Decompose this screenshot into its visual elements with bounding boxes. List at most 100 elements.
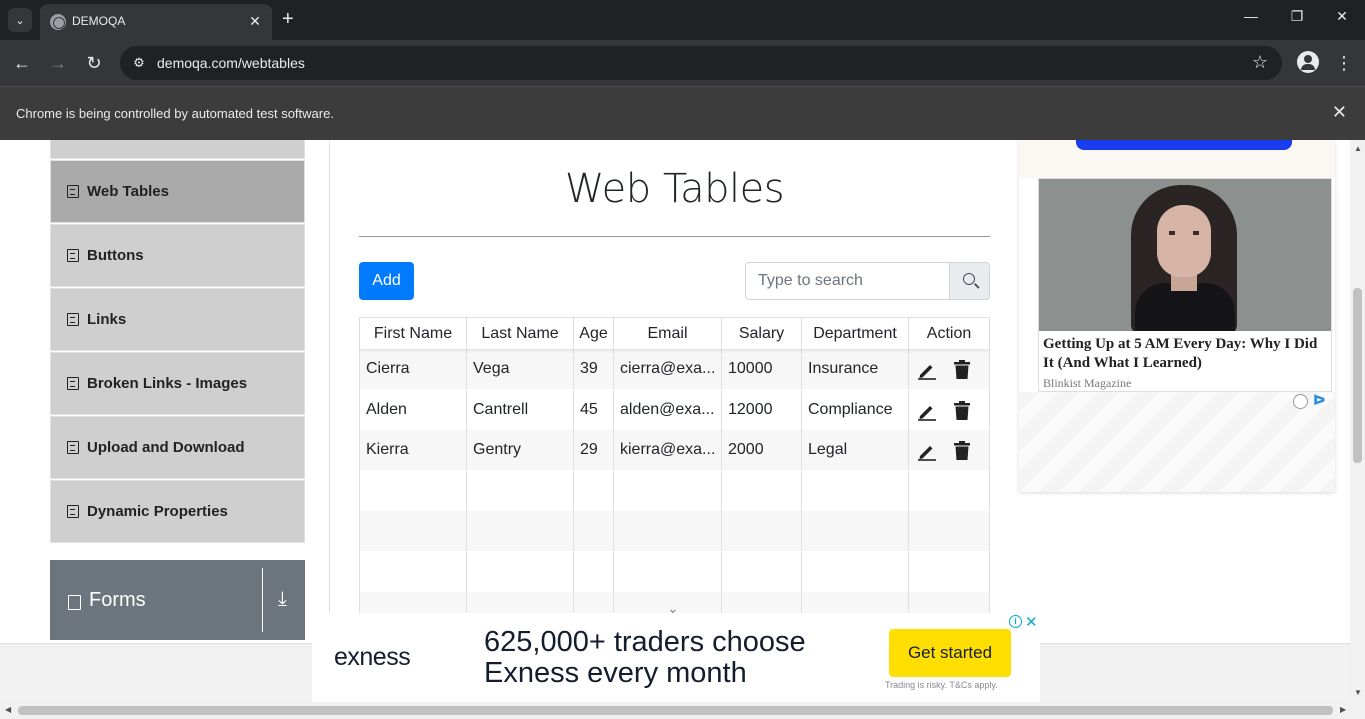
table-row <box>360 470 989 511</box>
column-header[interactable]: First Name <box>360 318 467 349</box>
table-cell: 45 <box>574 389 614 430</box>
vertical-scroll-thumb[interactable] <box>1353 288 1362 463</box>
bookmark-star-icon[interactable]: ☆ <box>1252 52 1268 73</box>
table-cell <box>802 470 909 511</box>
new-tab-button[interactable]: + <box>282 8 294 30</box>
sidebar-item-links[interactable]: Links <box>50 288 305 351</box>
list-icon <box>67 313 79 326</box>
forward-button[interactable]: → <box>46 51 70 75</box>
ad-source: Blinkist Magazine <box>1043 376 1132 390</box>
url-text[interactable]: demoqa.com/webtables <box>157 55 305 71</box>
list-icon <box>67 377 79 390</box>
scroll-up-icon[interactable]: ▲ <box>1354 144 1362 153</box>
tab-strip: ⌄ DEMOQA ✕ + — ❐ ✕ <box>0 0 1365 40</box>
scroll-down-icon[interactable]: ▼ <box>1354 688 1362 697</box>
edit-icon[interactable] <box>917 401 936 421</box>
column-header[interactable]: Action <box>909 318 989 349</box>
site-info-icon[interactable]: ⚙ <box>130 54 148 72</box>
close-tab-icon[interactable]: ✕ <box>246 12 264 30</box>
table-row <box>360 551 989 592</box>
ad-info-icon[interactable]: i <box>1009 615 1022 628</box>
table-cell <box>909 349 989 389</box>
sidebar-item-dynamic-properties[interactable]: Dynamic Properties <box>50 480 305 543</box>
search-button[interactable] <box>949 263 989 299</box>
list-icon <box>67 185 79 198</box>
search-icon <box>963 273 975 285</box>
table-cell: Legal <box>802 430 909 470</box>
search-input[interactable] <box>746 263 949 299</box>
sidebar-item-buttons[interactable]: Buttons <box>50 224 305 287</box>
sidebar-item-label: Buttons <box>87 247 144 264</box>
bottom-ad[interactable]: exness 625,000+ traders choose Exness ev… <box>312 613 1040 703</box>
page-title: Web Tables <box>564 166 785 212</box>
sidebar-item-broken-links[interactable]: Broken Links - Images <box>50 352 305 415</box>
scroll-right-icon[interactable]: ▶ <box>1340 705 1346 714</box>
group-header-forms[interactable]: Forms ⤓ <box>50 560 305 640</box>
column-header[interactable]: Department <box>802 318 909 349</box>
close-window-icon[interactable]: ✕ <box>1327 8 1357 25</box>
column-header[interactable]: Salary <box>722 318 802 349</box>
minimize-icon[interactable]: — <box>1236 8 1266 24</box>
list-icon <box>67 249 79 262</box>
table-cell <box>467 511 574 551</box>
reload-button[interactable]: ↻ <box>82 51 106 75</box>
horizontal-scroll-thumb[interactable] <box>18 706 1333 715</box>
edit-icon[interactable] <box>917 360 936 380</box>
tab-title: DEMOQA <box>72 14 126 28</box>
delete-icon[interactable] <box>953 360 971 380</box>
table-cell <box>360 511 467 551</box>
sidebar-item-partial[interactable] <box>50 140 305 159</box>
list-icon <box>67 441 79 454</box>
vertical-scrollbar[interactable]: ▲ ▼ <box>1350 140 1365 702</box>
back-button[interactable]: ← <box>10 51 34 75</box>
search-box <box>745 262 990 300</box>
table-header: First Name Last Name Age Email Salary Departm… <box>360 318 989 349</box>
get-started-button[interactable]: Get started <box>889 629 1011 677</box>
column-header[interactable]: Last Name <box>467 318 574 349</box>
table-cell: kierra@exa... <box>614 430 722 470</box>
globe-icon <box>50 14 66 30</box>
download-arrow-icon[interactable]: ⤓ <box>278 588 287 611</box>
ad-close-icon[interactable]: ✕ <box>1025 613 1038 631</box>
list-icon <box>67 505 79 518</box>
table-cell <box>574 551 614 592</box>
ad-disclaimer: Trading is risky. T&Cs apply. <box>885 680 998 690</box>
delete-icon[interactable] <box>953 400 971 421</box>
ad-top-button[interactable] <box>1076 140 1292 150</box>
right-ad[interactable]: Getting Up at 5 AM Every Day: Why I Did … <box>1019 140 1335 492</box>
table-cell <box>467 470 574 511</box>
infobar-close-icon[interactable]: ✕ <box>1332 102 1347 123</box>
ad-card[interactable]: Getting Up at 5 AM Every Day: Why I Did … <box>1038 178 1332 392</box>
scroll-left-icon[interactable]: ◀ <box>5 705 11 714</box>
sidebar-item-upload-download[interactable]: Upload and Download <box>50 416 305 479</box>
ad-options-icon[interactable] <box>1293 394 1308 409</box>
table-row: Alden Cantrell 45 alden@exa... 12000 Complian… <box>360 389 989 430</box>
table-cell: 12000 <box>722 389 802 430</box>
profile-icon[interactable] <box>1297 51 1319 73</box>
table-cell <box>802 551 909 592</box>
browser-toolbar: ← → ↻ ⚙ demoqa.com/webtables ☆ ⋮ <box>0 40 1365 86</box>
sidebar-item-label: Web Tables <box>87 183 169 200</box>
horizontal-scrollbar[interactable]: ◀ ▶ <box>0 702 1365 719</box>
table-row: Cierra Vega 39 cierra@exa... 10000 Insurance <box>360 349 989 389</box>
restore-icon[interactable]: ❐ <box>1282 8 1312 25</box>
column-header[interactable]: Age <box>574 318 614 349</box>
column-header[interactable]: Email <box>614 318 722 349</box>
tab-demoqa[interactable]: DEMOQA ✕ <box>40 4 272 40</box>
table-cell: 29 <box>574 430 614 470</box>
table-cell <box>614 470 722 511</box>
tab-search-button[interactable]: ⌄ <box>8 8 32 32</box>
table-cell: cierra@exa... <box>614 349 722 389</box>
table-cell <box>909 430 989 470</box>
ad-headline[interactable]: Getting Up at 5 AM Every Day: Why I Did … <box>1043 335 1329 373</box>
adchoices-icon[interactable]: ᐅ <box>1313 392 1326 409</box>
delete-icon[interactable] <box>953 441 971 461</box>
ad-brand-logo: exness <box>334 643 411 671</box>
address-bar[interactable]: ⚙ demoqa.com/webtables ☆ <box>120 46 1282 80</box>
ad-top-strip <box>1019 140 1335 178</box>
add-button[interactable]: Add <box>359 262 414 300</box>
chrome-menu-icon[interactable]: ⋮ <box>1335 51 1353 75</box>
edit-icon[interactable] <box>917 441 936 461</box>
sidebar-item-web-tables[interactable]: Web Tables <box>50 160 305 223</box>
table-cell <box>574 511 614 551</box>
